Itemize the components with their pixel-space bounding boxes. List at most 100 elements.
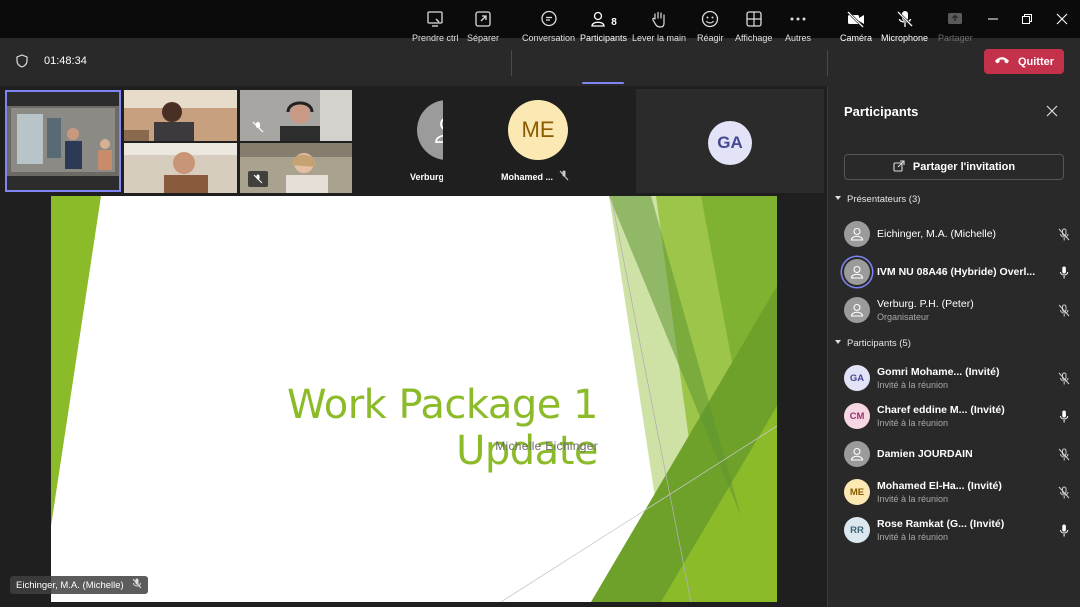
- participant-role: Invité à la réunion: [877, 380, 949, 390]
- mic-icon: [1050, 524, 1070, 537]
- presenter-name-tag: Eichinger, M.A. (Michelle): [10, 576, 148, 594]
- maximize-icon[interactable]: [1014, 6, 1040, 32]
- participant-name: Eichinger, M.A. (Michelle): [877, 228, 997, 240]
- participant-name: Gomri Mohame... (Invité): [877, 366, 1000, 378]
- share-screen-icon: [426, 6, 444, 28]
- leave-label: Quitter: [1017, 55, 1055, 68]
- hang-up-icon: [994, 55, 1010, 68]
- participants-button[interactable]: 8 Participants: [580, 6, 627, 46]
- participant-role: Invité à la réunion: [877, 532, 949, 542]
- participant-row[interactable]: IVM NU 08A46 (Hybride) Overl...: [844, 254, 1070, 290]
- mic-off-icon: [1050, 486, 1070, 499]
- mic-off-icon: [1050, 228, 1070, 241]
- chat-button[interactable]: Conversation: [522, 6, 575, 46]
- close-icon[interactable]: [1049, 6, 1075, 32]
- share-invite-button[interactable]: Partager l'invitation: [844, 154, 1064, 180]
- participant-tile[interactable]: ME Mohamed ...: [443, 89, 633, 193]
- avatar-initials: CM: [844, 403, 870, 429]
- mic-icon: [1050, 266, 1070, 279]
- shared-slide: Work Package 1 Update Michelle Eichinger: [51, 196, 777, 602]
- participant-name: Verburg. P.H. (Peter): [877, 298, 974, 310]
- participant-row[interactable]: Verburg. P.H. (Peter) Organisateur: [844, 292, 1070, 328]
- share-invite-label: Partager l'invitation: [912, 161, 1016, 173]
- panel-title: Participants: [844, 104, 919, 119]
- participant-name: Charef eddine M... (Invité): [877, 404, 1005, 416]
- presenter-name: Eichinger, M.A. (Michelle): [16, 579, 124, 591]
- participant-row[interactable]: GA Gomri Mohame... (Invité) Invité à la …: [844, 360, 1070, 396]
- mic-icon: [1050, 410, 1070, 423]
- smiley-icon: [701, 6, 719, 28]
- shield-icon: [16, 54, 28, 73]
- participants-section-header[interactable]: Participants (5): [834, 338, 911, 349]
- mic-off-icon: [252, 120, 264, 138]
- camera-off-icon: [846, 6, 866, 28]
- leave-meeting-button[interactable]: Quitter: [984, 49, 1064, 74]
- video-tile-participant[interactable]: [124, 143, 237, 193]
- video-tile-room[interactable]: [5, 90, 121, 192]
- participant-row[interactable]: CM Charef eddine M... (Invité) Invité à …: [844, 398, 1070, 434]
- video-tile-participant[interactable]: [124, 90, 237, 141]
- microphone-button[interactable]: Microphone: [881, 6, 928, 46]
- share-tray-button[interactable]: Partager: [938, 6, 973, 46]
- more-button[interactable]: Autres: [785, 6, 811, 46]
- grid-view-icon: [745, 6, 763, 28]
- mic-off-icon: [248, 171, 268, 187]
- chevron-down-icon: [834, 194, 842, 205]
- share-control-button[interactable]: Prendre ctrl: [412, 6, 459, 46]
- person-icon: [844, 297, 870, 323]
- participant-name: IVM NU 08A46 (Hybride) Overl...: [877, 266, 1036, 278]
- pop-out-icon: [474, 6, 492, 28]
- participant-name: Mohamed El-Ha... (Invité): [877, 480, 1002, 492]
- participants-label: Participants: [580, 33, 628, 43]
- video-tile-participant[interactable]: [240, 143, 352, 193]
- video-tile-participant[interactable]: [240, 90, 352, 141]
- presenters-header-label: Présentateurs (3): [847, 194, 921, 205]
- people-icon: 8: [590, 6, 617, 28]
- meeting-timer: 01:48:34: [44, 55, 87, 67]
- participant-row[interactable]: RR Rose Ramkat (G... (Invité) Invité à l…: [844, 512, 1070, 548]
- meeting-stage: Verburg, P.... ME Mohamed ... GA Work Pa…: [0, 86, 827, 607]
- tile-name-text: Mohamed ...: [501, 171, 554, 182]
- pop-out-label: Séparer: [467, 33, 500, 43]
- person-icon: [844, 221, 870, 247]
- view-button[interactable]: Affichage: [735, 6, 772, 46]
- mic-off-icon: [1050, 448, 1070, 461]
- react-button[interactable]: Réagir: [697, 6, 724, 46]
- chevron-down-icon: [834, 338, 842, 349]
- participant-tile[interactable]: GA: [636, 89, 824, 193]
- share-icon: [893, 159, 905, 175]
- mic-off-icon: [896, 6, 914, 28]
- chat-label: Conversation: [522, 33, 576, 43]
- person-icon: [844, 441, 870, 467]
- minimize-icon[interactable]: [980, 6, 1006, 32]
- participant-row[interactable]: Eichinger, M.A. (Michelle): [844, 216, 1070, 252]
- share-control-label: Prendre ctrl: [412, 33, 459, 43]
- close-panel-icon[interactable]: [1046, 104, 1058, 122]
- pop-out-button[interactable]: Séparer: [467, 6, 499, 46]
- mic-off-icon: [1050, 304, 1070, 317]
- presenters-section-header[interactable]: Présentateurs (3): [834, 194, 920, 205]
- toolbar-divider: [511, 50, 512, 76]
- react-label: Réagir: [697, 33, 724, 43]
- toolbar-divider: [827, 50, 828, 76]
- raise-hand-button[interactable]: Lever la main: [632, 6, 686, 46]
- chat-icon: [540, 6, 558, 28]
- avatar-initials: ME: [508, 100, 568, 160]
- more-label: Autres: [785, 33, 812, 43]
- mic-off-icon: [1050, 372, 1070, 385]
- participants-count: 8: [611, 17, 617, 28]
- avatar-initials: RR: [844, 517, 870, 543]
- view-label: Affichage: [735, 33, 773, 43]
- microphone-label: Microphone: [881, 33, 929, 43]
- participants-header-label: Participants (5): [847, 338, 911, 349]
- participant-name: Damien JOURDAIN: [877, 448, 973, 460]
- participant-row[interactable]: Damien JOURDAIN: [844, 436, 1070, 472]
- participant-row[interactable]: ME Mohamed El-Ha... (Invité) Invité à la…: [844, 474, 1070, 510]
- avatar-initials: ME: [844, 479, 870, 505]
- camera-button[interactable]: Caméra: [840, 6, 872, 46]
- avatar-initials: GA: [844, 365, 870, 391]
- active-tab-indicator: [582, 82, 624, 84]
- share-tray-icon: [946, 6, 964, 28]
- mic-off-icon: [132, 578, 142, 592]
- participant-role: Organisateur: [877, 312, 930, 322]
